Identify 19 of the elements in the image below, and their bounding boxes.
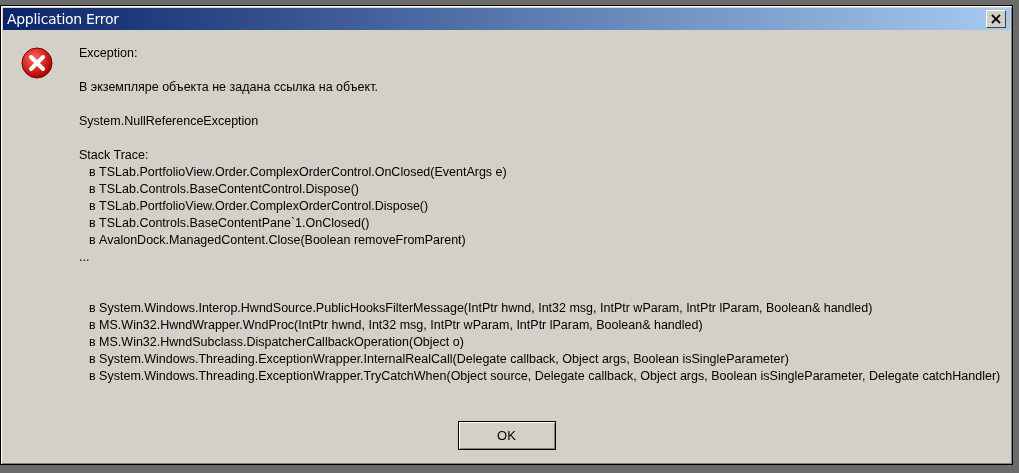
- exception-type: System.NullReferenceException: [79, 113, 260, 130]
- stack-trace-line: в MS.Win32.HwndSubclass.DispatcherCallbackOperation(Object o): [88, 334, 465, 351]
- stack-trace-line: в System.Windows.Threading.ExceptionWrapper.TryCatchWhen(Object source, Delegate callback, Object args, Boolean isSingleParameter, Delegate catchHandler): [88, 368, 1002, 385]
- stack-trace-line: в System.Windows.Interop.HwndSource.PublicHooksFilterMessage(IntPtr hwnd, Int32 msg, IntPtr wParam, IntPtr lParam, Boolean& handled): [88, 300, 874, 317]
- window-title: Application Error: [7, 11, 119, 27]
- stack-trace-label: Stack Trace:: [79, 147, 150, 164]
- error-icon: [21, 47, 53, 79]
- ok-button[interactable]: OK: [457, 421, 556, 450]
- stack-trace-line: в TSLab.Controls.BaseContentPane`1.OnClosed(): [88, 215, 371, 232]
- error-message: В экземпляре объекта не задана ссылка на объект.: [79, 79, 379, 96]
- stack-trace-line: в TSLab.PortfolioView.Order.ComplexOrderControl.Dispose(): [88, 198, 430, 215]
- stack-trace-line: в TSLab.Controls.BaseContentControl.Dispose(): [88, 181, 360, 198]
- ellipsis-text: ...: [79, 249, 91, 266]
- exception-label: Exception:: [79, 45, 139, 62]
- close-button[interactable]: ×: [986, 10, 1006, 28]
- stack-trace-line: в MS.Win32.HwndWrapper.WndProc(IntPtr hwnd, Int32 msg, IntPtr wParam, IntPtr lParam, Boolean& handled): [88, 317, 704, 334]
- stack-trace-line: в TSLab.PortfolioView.Order.ComplexOrderControl.OnClosed(EventArgs e): [88, 164, 508, 181]
- stack-trace-line: в AvalonDock.ManagedContent.Close(Boolean removeFromParent): [88, 232, 467, 249]
- stack-trace-line: в System.Windows.Threading.ExceptionWrapper.InternalRealCall(Delegate callback, Object args, Boolean isSingleParameter): [88, 351, 790, 368]
